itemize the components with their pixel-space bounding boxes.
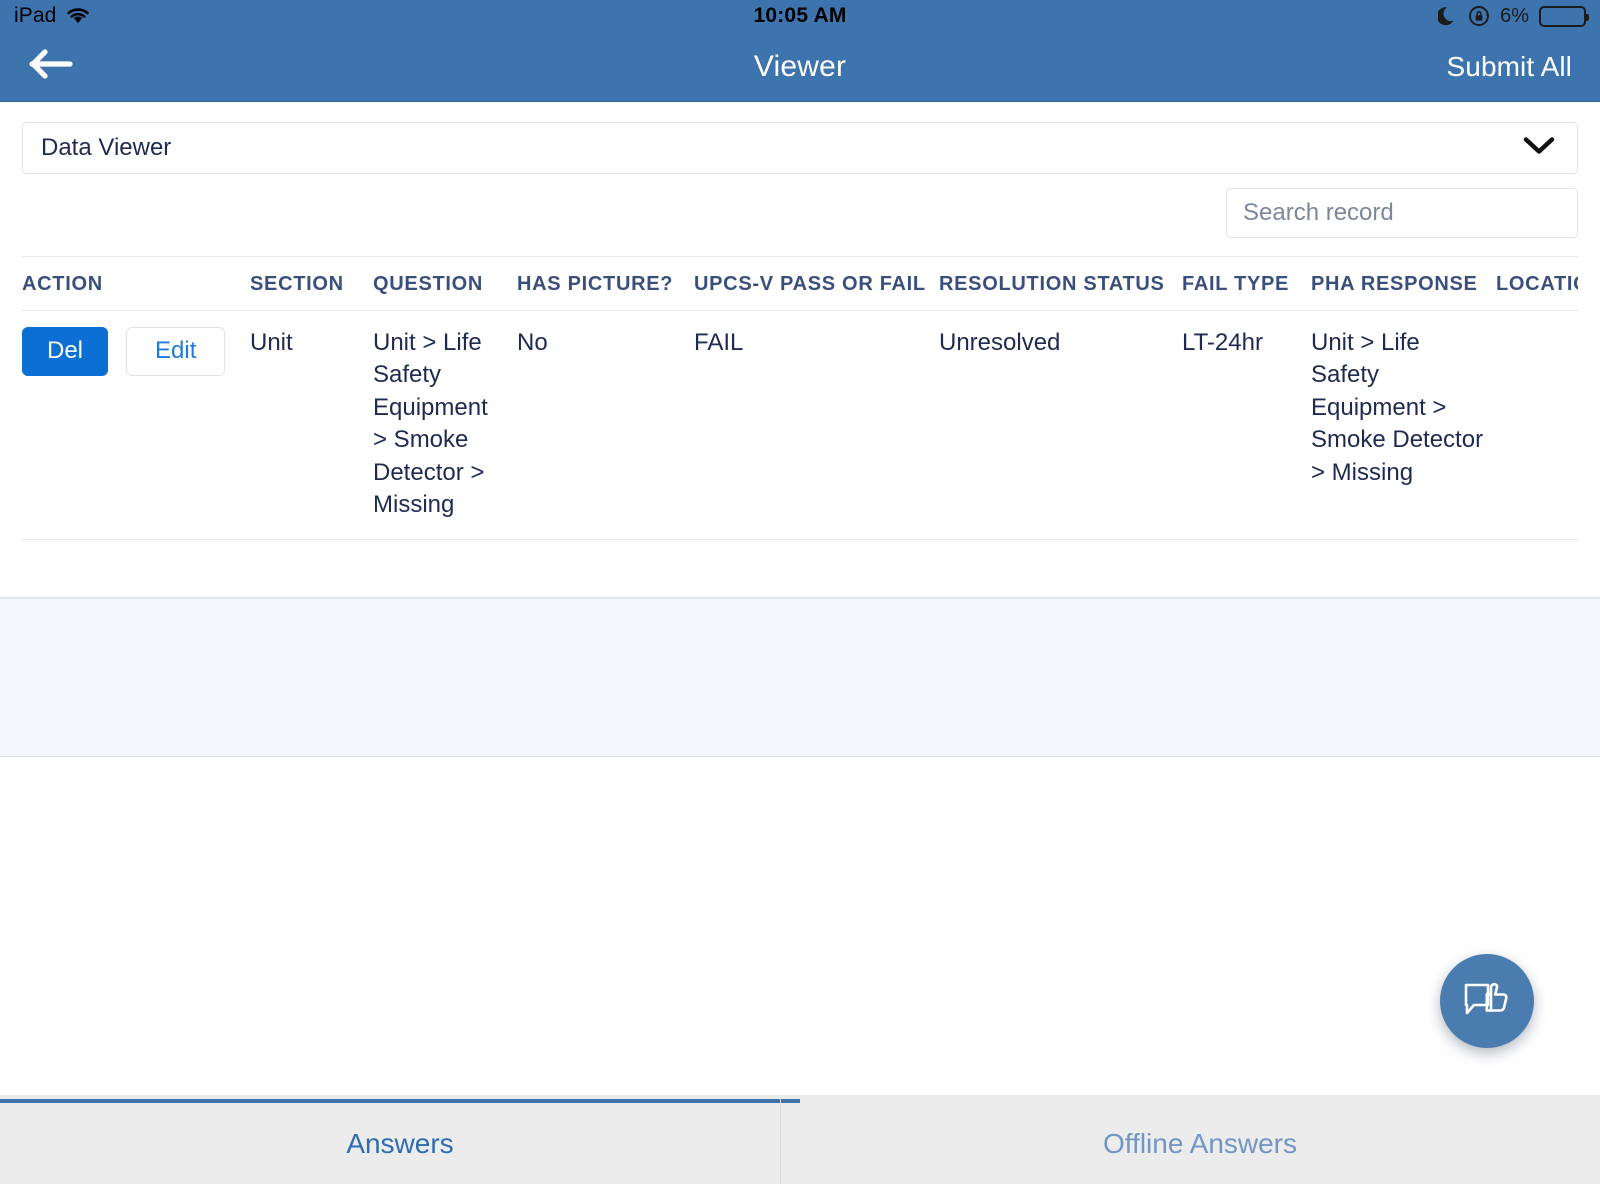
feedback-thumbs-up-icon [1461,975,1513,1028]
tab-answers[interactable]: Answers [0,1099,800,1184]
battery-icon [1539,5,1589,27]
table-header-row: ACTION SECTION QUESTION HAS PICTURE? UPC… [22,257,1578,311]
delete-button[interactable]: Del [22,327,109,376]
bottom-tab-bar: Answers Offline Answers [0,1095,1600,1184]
cell-has-picture: No [517,310,694,541]
cell-location [1496,310,1578,541]
viewer-select-value: Data Viewer [41,134,172,161]
tab-divider [780,1099,781,1184]
empty-gray-panel [0,599,1600,757]
column-header-has-picture[interactable]: HAS PICTURE? [517,257,694,311]
column-header-upcsv-pass-or-fail[interactable]: UPCS-V PASS OR FAIL [694,257,939,311]
cell-fail-type: LT-24hr [1182,310,1311,541]
main-content: Data Viewer ACTION SECTION QUESTION HAS … [0,102,1600,599]
submit-all-button[interactable]: Submit All [1447,51,1573,83]
tab-offline-answers-label: Offline Answers [1102,1127,1298,1159]
search-row [22,188,1578,238]
column-header-section[interactable]: SECTION [250,257,373,311]
column-header-question[interactable]: QUESTION [373,257,517,311]
column-header-pha-response[interactable]: PHA RESPONSE [1311,257,1496,311]
cell-question: Unit > Life Safety Equipment > Smoke Det… [373,310,517,541]
ios-status-bar: iPad 10:05 AM 6% [0,0,1600,32]
records-table-scroll[interactable]: ACTION SECTION QUESTION HAS PICTURE? UPC… [22,256,1578,541]
search-input[interactable] [1226,188,1578,238]
row-action-cell: Del Edit [22,310,250,541]
column-header-location[interactable]: LOCATION [1496,257,1578,311]
column-header-fail-type[interactable]: FAIL TYPE [1182,257,1311,311]
navigation-bar: Viewer Submit All [0,32,1600,102]
row-action-buttons: Del Edit [22,327,240,376]
cell-resolution-status: Unresolved [939,310,1182,541]
status-bar-right: 6% [1438,4,1589,28]
viewer-select[interactable]: Data Viewer [22,122,1578,174]
edit-button[interactable]: Edit [126,327,226,376]
feedback-fab-button[interactable] [1440,954,1534,1048]
empty-white-panel [0,757,1600,1095]
rotation-lock-icon [1468,5,1490,27]
status-bar-clock: 10:05 AM [753,4,847,27]
viewer-select-row: Data Viewer [22,122,1578,174]
tab-offline-answers[interactable]: Offline Answers [800,1099,1600,1184]
device-label: iPad [14,4,57,27]
column-header-resolution-status[interactable]: RESOLUTION STATUS [939,257,1182,311]
table-row: Del Edit Unit Unit > Life Safety Equipme… [22,310,1578,541]
tab-answers-label: Answers [346,1127,454,1159]
cell-upcsv-pass-or-fail: FAIL [694,310,939,541]
do-not-disturb-moon-icon [1438,5,1458,27]
column-header-action[interactable]: ACTION [22,257,250,311]
arrow-left-icon [28,47,74,86]
battery-percent-label: 6% [1500,4,1529,27]
cell-pha-response: Unit > Life Safety Equipment > Smoke Det… [1311,310,1496,541]
wifi-icon [65,6,91,26]
back-button[interactable] [28,45,80,89]
data-viewer-card: Data Viewer ACTION SECTION QUESTION HAS … [0,102,1600,599]
cell-section: Unit [250,310,373,541]
records-table: ACTION SECTION QUESTION HAS PICTURE? UPC… [22,257,1578,541]
status-bar-left: iPad [14,4,91,28]
page-title: Viewer [753,49,847,83]
card-bottom-divider [0,597,1600,598]
